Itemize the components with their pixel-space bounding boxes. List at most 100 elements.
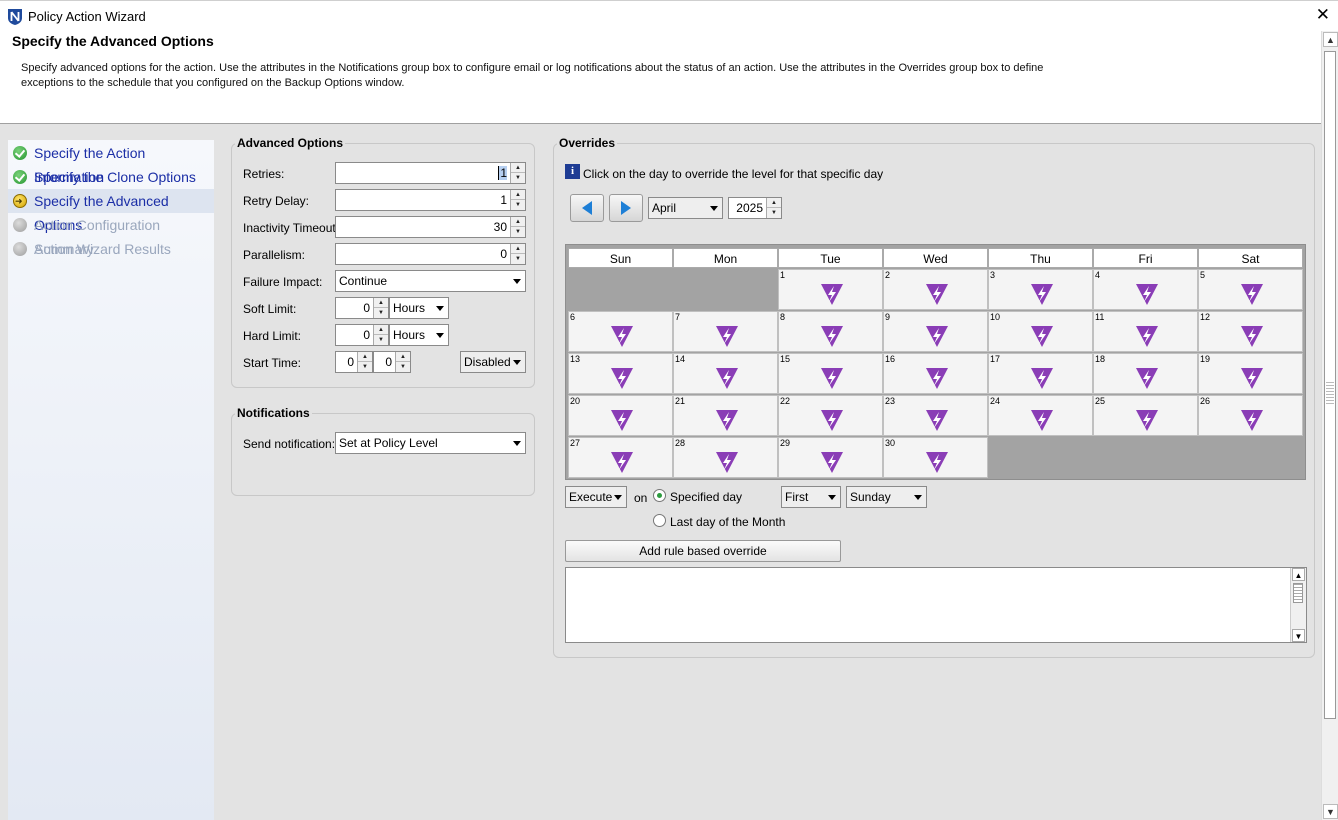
soft-limit-spinner[interactable]: 0 ▲ ▼ bbox=[335, 297, 389, 319]
close-icon[interactable]: ✕ bbox=[1316, 6, 1330, 24]
step-advanced-options[interactable]: Specify the Advanced Options bbox=[8, 189, 214, 233]
specified-day-label[interactable]: Specified day bbox=[670, 490, 742, 504]
last-day-label[interactable]: Last day of the Month bbox=[670, 515, 785, 529]
next-month-button[interactable] bbox=[609, 194, 643, 222]
spin-up-icon[interactable]: ▲ bbox=[358, 352, 372, 362]
calendar-day-cell[interactable]: 24 bbox=[988, 395, 1093, 436]
spin-up-icon[interactable]: ▲ bbox=[511, 163, 525, 173]
window-scrollbar[interactable]: ▲ ▼ bbox=[1321, 31, 1338, 820]
calendar-day-cell[interactable]: 13 bbox=[568, 353, 673, 394]
spin-down-icon[interactable]: ▼ bbox=[511, 254, 525, 264]
step-action-information[interactable]: Specify the Action Information bbox=[8, 141, 214, 185]
start-hour-spinner[interactable]: 0 ▲ ▼ bbox=[335, 351, 373, 373]
scroll-down-icon[interactable]: ▼ bbox=[1323, 804, 1338, 819]
calendar-day-cell[interactable]: 14 bbox=[673, 353, 778, 394]
weekday-select[interactable]: Sunday bbox=[846, 486, 927, 508]
inactivity-timeout-value[interactable]: 30 bbox=[494, 220, 507, 234]
calendar-day-cell[interactable]: 18 bbox=[1093, 353, 1198, 394]
hard-limit-unit-select[interactable]: Hours bbox=[389, 324, 449, 346]
calendar-day-cell[interactable]: 7 bbox=[673, 311, 778, 352]
scroll-down-icon[interactable]: ▼ bbox=[1292, 629, 1305, 642]
calendar-day-cell[interactable]: 15 bbox=[778, 353, 883, 394]
calendar-day-cell[interactable]: 21 bbox=[673, 395, 778, 436]
calendar-day-cell[interactable]: 10 bbox=[988, 311, 1093, 352]
dropdown-arrow-icon bbox=[513, 279, 521, 284]
step-configuration-summary: Action Configuration Summary bbox=[8, 213, 214, 257]
specified-day-radio[interactable] bbox=[653, 489, 666, 502]
list-scrollbar[interactable]: ▲ ▼ bbox=[1290, 568, 1306, 642]
calendar-day-cell[interactable]: 2 bbox=[883, 269, 988, 310]
on-label: on bbox=[634, 491, 648, 505]
start-hour-value[interactable]: 0 bbox=[347, 355, 354, 369]
calendar-day-cell[interactable]: 1 bbox=[778, 269, 883, 310]
hard-limit-spinner[interactable]: 0 ▲ ▼ bbox=[335, 324, 389, 346]
spin-up-icon[interactable]: ▲ bbox=[511, 244, 525, 254]
last-day-radio[interactable] bbox=[653, 514, 666, 527]
failure-impact-select[interactable]: Continue bbox=[335, 270, 526, 292]
add-rule-override-button[interactable]: Add rule based override bbox=[565, 540, 841, 562]
override-rules-list[interactable]: ▲ ▼ bbox=[565, 567, 1307, 643]
year-value[interactable]: 2025 bbox=[736, 201, 763, 215]
calendar-day-cell[interactable]: 25 bbox=[1093, 395, 1198, 436]
soft-limit-value[interactable]: 0 bbox=[363, 301, 370, 315]
soft-limit-unit-select[interactable]: Hours bbox=[389, 297, 449, 319]
spin-down-icon[interactable]: ▼ bbox=[374, 308, 388, 318]
calendar-day-cell[interactable]: 26 bbox=[1198, 395, 1303, 436]
calendar-day-cell[interactable]: 11 bbox=[1093, 311, 1198, 352]
spin-up-icon[interactable]: ▲ bbox=[511, 217, 525, 227]
spin-up-icon[interactable]: ▲ bbox=[396, 352, 410, 362]
calendar-day-cell[interactable]: 9 bbox=[883, 311, 988, 352]
parallelism-spinner[interactable]: 0 ▲ ▼ bbox=[335, 243, 526, 265]
year-spinner[interactable]: 2025 ▲ ▼ bbox=[728, 197, 782, 219]
calendar-day-cell[interactable]: 4 bbox=[1093, 269, 1198, 310]
spin-down-icon[interactable]: ▼ bbox=[358, 362, 372, 372]
scroll-thumb[interactable] bbox=[1293, 583, 1303, 603]
spin-up-icon[interactable]: ▲ bbox=[511, 190, 525, 200]
retries-spinner[interactable]: 1 ▲ ▼ bbox=[335, 162, 526, 184]
spin-down-icon[interactable]: ▼ bbox=[511, 200, 525, 210]
calendar-day-cell[interactable]: 29 bbox=[778, 437, 883, 478]
start-time-state-select[interactable]: Disabled bbox=[460, 351, 526, 373]
inactivity-timeout-spinner[interactable]: 30 ▲ ▼ bbox=[335, 216, 526, 238]
calendar-day-cell[interactable]: 12 bbox=[1198, 311, 1303, 352]
calendar-day-cell[interactable]: 5 bbox=[1198, 269, 1303, 310]
scroll-up-icon[interactable]: ▲ bbox=[1323, 32, 1338, 47]
step-clone-options[interactable]: Specify the Clone Options bbox=[8, 165, 214, 189]
ordinal-select[interactable]: First bbox=[781, 486, 841, 508]
calendar-day-cell[interactable]: 17 bbox=[988, 353, 1093, 394]
calendar-day-cell[interactable]: 6 bbox=[568, 311, 673, 352]
month-select[interactable]: April bbox=[648, 197, 723, 219]
retry-delay-spinner[interactable]: 1 ▲ ▼ bbox=[335, 189, 526, 211]
calendar-day-cell[interactable]: 28 bbox=[673, 437, 778, 478]
spin-down-icon[interactable]: ▼ bbox=[511, 173, 525, 183]
spin-down-icon[interactable]: ▼ bbox=[396, 362, 410, 372]
spin-up-icon[interactable]: ▲ bbox=[374, 298, 388, 308]
notifications-group bbox=[231, 413, 535, 496]
calendar-day-cell[interactable]: 19 bbox=[1198, 353, 1303, 394]
hard-limit-value[interactable]: 0 bbox=[363, 328, 370, 342]
calendar-day-cell[interactable]: 3 bbox=[988, 269, 1093, 310]
calendar-day-cell[interactable]: 8 bbox=[778, 311, 883, 352]
spin-up-icon[interactable]: ▲ bbox=[374, 325, 388, 335]
override-action-select[interactable]: Execute bbox=[565, 486, 627, 508]
parallelism-value[interactable]: 0 bbox=[500, 247, 507, 261]
calendar-day-cell[interactable]: 20 bbox=[568, 395, 673, 436]
calendar-day-cell[interactable]: 22 bbox=[778, 395, 883, 436]
scroll-thumb[interactable] bbox=[1324, 51, 1336, 719]
spin-up-icon[interactable]: ▲ bbox=[767, 198, 781, 208]
calendar-day-cell[interactable]: 23 bbox=[883, 395, 988, 436]
calendar-day-cell[interactable]: 16 bbox=[883, 353, 988, 394]
calendar-day-cell[interactable]: 30 bbox=[883, 437, 988, 478]
scroll-up-icon[interactable]: ▲ bbox=[1292, 568, 1305, 581]
dropdown-arrow-icon bbox=[513, 441, 521, 446]
calendar-day-cell[interactable]: 27 bbox=[568, 437, 673, 478]
retry-delay-value[interactable]: 1 bbox=[500, 193, 507, 207]
start-minute-spinner[interactable]: 0 ▲ ▼ bbox=[373, 351, 411, 373]
spin-down-icon[interactable]: ▼ bbox=[767, 208, 781, 218]
spin-down-icon[interactable]: ▼ bbox=[511, 227, 525, 237]
retries-value[interactable]: 1 bbox=[498, 166, 507, 180]
send-notification-select[interactable]: Set at Policy Level bbox=[335, 432, 526, 454]
spin-down-icon[interactable]: ▼ bbox=[374, 335, 388, 345]
previous-month-button[interactable] bbox=[570, 194, 604, 222]
start-minute-value[interactable]: 0 bbox=[385, 355, 392, 369]
